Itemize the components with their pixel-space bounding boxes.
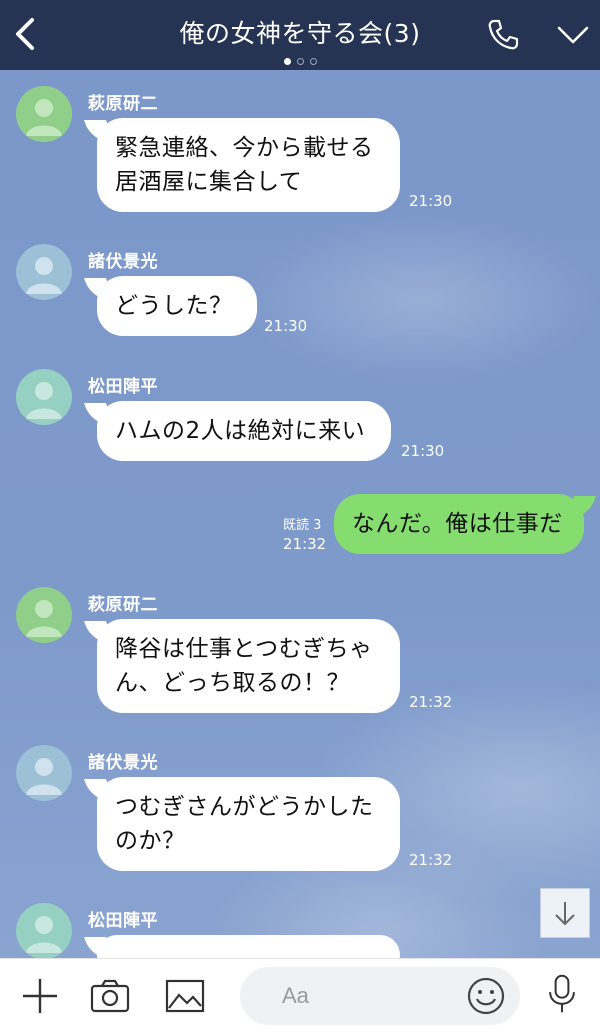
smiley-icon[interactable] — [466, 976, 506, 1016]
page-dot — [309, 58, 317, 65]
phone-icon[interactable] — [486, 18, 520, 52]
input-bar: Aa — [0, 958, 600, 1033]
message-time: 21:32 — [409, 851, 453, 869]
sender-name: 諸伏景光 — [88, 252, 158, 272]
camera-icon[interactable] — [89, 975, 131, 1017]
read-receipt: 既読 3 — [283, 518, 322, 533]
image-icon[interactable] — [164, 975, 206, 1017]
message-line: ハムの2人は絶対に来い — [115, 418, 366, 444]
page-dot — [283, 58, 291, 65]
avatar[interactable] — [16, 86, 72, 142]
plus-icon[interactable] — [19, 975, 61, 1017]
message-line: 降谷は仕事とつむぎちゃ — [115, 636, 373, 662]
sender-name: 萩原研二 — [88, 595, 158, 615]
message-line: 緊急連絡、今から載せる — [115, 135, 374, 161]
avatar[interactable] — [16, 903, 72, 959]
page-indicator — [0, 50, 600, 69]
arrow-down-icon — [555, 902, 575, 926]
sender-name: 萩原研二 — [88, 94, 158, 114]
message-bubble[interactable]: 降谷は仕事とつむぎちゃ ん、どっち取るの！？ — [97, 619, 400, 713]
sent-message-bubble[interactable]: なんだ。俺は仕事だ — [334, 494, 584, 554]
avatar[interactable] — [16, 244, 72, 300]
message-line: どうした？ — [115, 293, 233, 319]
message-time: 21:32 — [283, 535, 327, 553]
message-bubble[interactable]: 緊急連絡、今から載せる 居酒屋に集合して — [97, 118, 400, 212]
message-time: 21:32 — [409, 693, 453, 711]
input-placeholder: Aa — [282, 983, 309, 1008]
message-bubble[interactable]: ハムの2人は絶対に来い — [97, 401, 391, 461]
message-time: 21:30 — [409, 192, 453, 210]
page-dot — [296, 58, 304, 65]
message-line: なんだ。俺は仕事だ — [352, 511, 563, 537]
message-time: 21:30 — [264, 317, 308, 335]
message-line: ん、どっち取るの！？ — [115, 670, 350, 696]
message-time: 21:30 — [401, 442, 445, 460]
message-line: 居酒屋に集合して — [115, 169, 303, 195]
sender-name: 松田陣平 — [88, 911, 158, 931]
scroll-to-bottom-button[interactable] — [540, 888, 590, 938]
avatar[interactable] — [16, 369, 72, 425]
sender-name: 諸伏景光 — [88, 753, 158, 773]
avatar[interactable] — [16, 745, 72, 801]
microphone-icon[interactable] — [541, 973, 583, 1015]
message-bubble[interactable]: つむぎさんがどうかした のか？ — [97, 777, 400, 871]
message-input[interactable]: Aa — [240, 967, 520, 1025]
message-line: のか？ — [115, 828, 186, 854]
chevron-down-icon[interactable] — [556, 22, 590, 48]
message-line: つむぎさんがどうかした — [115, 794, 374, 820]
avatar[interactable] — [16, 587, 72, 643]
message-bubble[interactable]: どうした？ — [97, 276, 257, 336]
chat-header: 俺の女神を守る会(3) — [0, 0, 600, 70]
sender-name: 松田陣平 — [88, 377, 158, 397]
